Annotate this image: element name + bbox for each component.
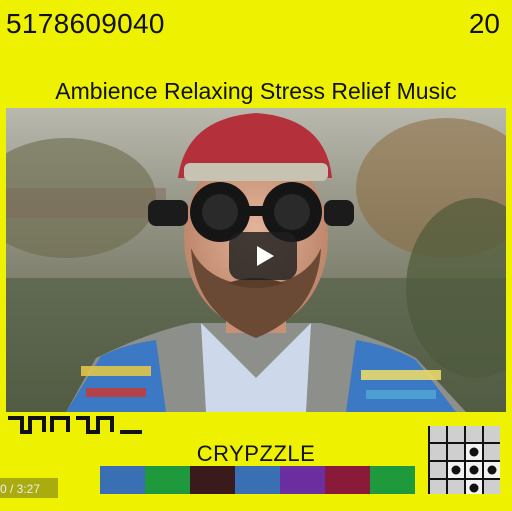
color-swatch xyxy=(280,466,325,494)
cipher-glyph-strip xyxy=(8,416,142,434)
grid-dot xyxy=(469,465,479,475)
play-icon xyxy=(256,246,274,266)
player-frame: 5178609040 20 Ambience Relaxing Stress R… xyxy=(0,0,512,511)
play-button[interactable] xyxy=(229,232,297,280)
video-viewport[interactable] xyxy=(6,108,506,412)
grid-cell xyxy=(484,480,500,494)
grid-cell xyxy=(448,444,464,460)
color-swatch-bar xyxy=(100,466,415,494)
grid-dot xyxy=(487,465,497,475)
grid-cell xyxy=(430,444,446,460)
color-swatch xyxy=(370,466,415,494)
color-swatch xyxy=(235,466,280,494)
grid-cell xyxy=(466,426,482,442)
color-swatch xyxy=(325,466,370,494)
time-display: 0 / 3:27 xyxy=(0,482,41,496)
grid-dot xyxy=(469,447,479,457)
grid-cell xyxy=(484,444,500,460)
color-swatch xyxy=(190,466,235,494)
grid-cell xyxy=(430,426,446,442)
grid-cell xyxy=(484,426,500,442)
video-title: Ambience Relaxing Stress Relief Music xyxy=(55,78,457,104)
color-swatch xyxy=(145,466,190,494)
grid-cell xyxy=(430,462,446,478)
grid-dot xyxy=(451,465,461,475)
grid-cell xyxy=(430,480,446,494)
color-swatch xyxy=(100,466,145,494)
count-value: 20 xyxy=(468,8,500,39)
grid-cell xyxy=(448,480,464,494)
puzzle-grid-icon xyxy=(428,426,500,494)
id-number: 5178609040 xyxy=(6,8,165,39)
grid-cell xyxy=(448,426,464,442)
grid-dot xyxy=(469,483,479,493)
